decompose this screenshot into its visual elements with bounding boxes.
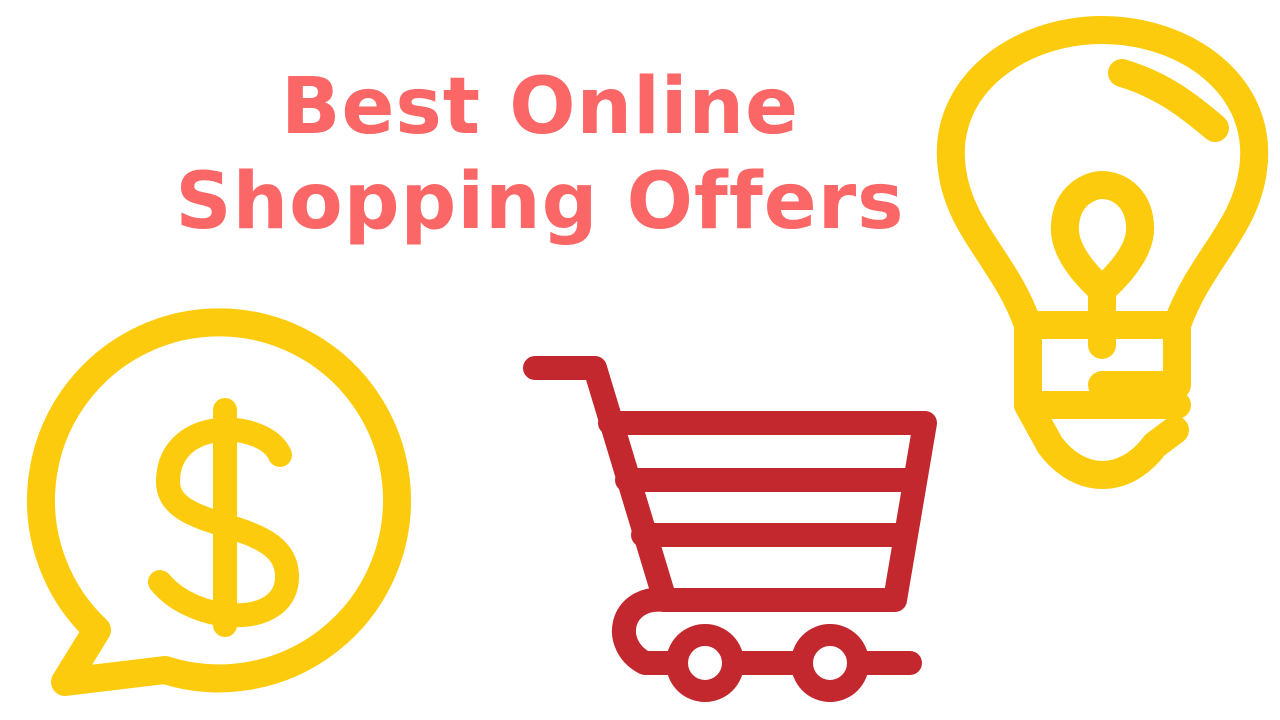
light-bulb-icon (930, 16, 1275, 490)
dollar-speech-bubble-icon (25, 308, 425, 700)
shopping-cart-icon (515, 345, 937, 702)
title-line-1: Best Online (281, 62, 799, 152)
thumbnail-canvas: Best Online Shopping Offers (0, 0, 1280, 720)
page-title: Best Online Shopping Offers (160, 60, 920, 250)
title-line-2: Shopping Offers (175, 157, 905, 248)
